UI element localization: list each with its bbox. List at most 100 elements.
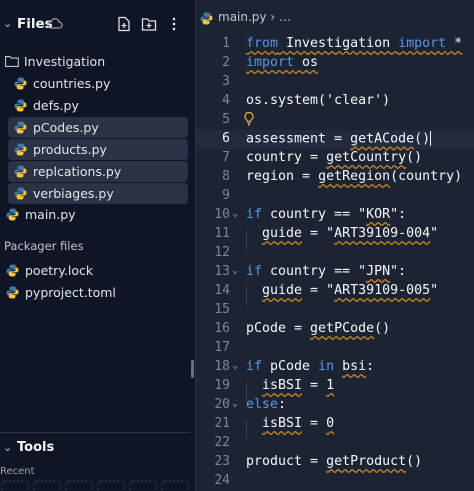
chevron-down-icon[interactable]: ⌄ (3, 441, 13, 455)
code-line[interactable]: 22 (196, 434, 474, 453)
code-text: assessment = getACode() (246, 131, 432, 147)
more-options-icon[interactable] (166, 16, 182, 32)
sidebar-scrollbar[interactable] (191, 360, 194, 378)
fold-chevron-icon[interactable]: ⌄ (232, 265, 238, 276)
line-number: 5 (222, 112, 230, 127)
code-line[interactable]: 19 isBSI = 1 (196, 377, 474, 396)
line-number: 2 (222, 55, 230, 70)
code-line[interactable]: 17 (196, 339, 474, 358)
file-item[interactable]: verbiages.py (8, 183, 188, 204)
code-line[interactable]: 23 product = getProduct() (196, 453, 474, 472)
code-text: import os (246, 55, 319, 70)
file-item[interactable]: pCodes.py (8, 117, 188, 138)
file-label: countries.py (33, 76, 111, 91)
code-line[interactable]: 10 ⌄ if country == "KOR": (196, 206, 474, 225)
python-file-icon (14, 143, 27, 156)
code-text: isBSI = 0 (262, 416, 335, 431)
packager-item[interactable]: poetry.lock (0, 260, 180, 281)
folder-investigation[interactable]: Investigation (5, 51, 188, 72)
file-item[interactable]: countries.py (8, 73, 188, 94)
code-text: if country == "KOR": (246, 207, 407, 222)
code-line[interactable]: 9 (196, 187, 474, 206)
line-number: 17 (214, 340, 230, 355)
line-number: 13 (214, 264, 230, 279)
fold-chevron-icon[interactable]: ⌄ (232, 398, 238, 409)
code-line[interactable]: 4 os.system('clear') (196, 92, 474, 111)
code-line[interactable]: 24 (196, 472, 474, 491)
code-line[interactable]: 7 country = getCountry() (196, 149, 474, 168)
code-text: product = getProduct() (246, 454, 423, 469)
packager-files-label: Packager files (4, 239, 84, 253)
code-line[interactable]: 2 import os (196, 54, 474, 73)
line-number: 1 (222, 36, 230, 51)
folder-icon (5, 56, 19, 67)
python-file-icon (6, 208, 19, 221)
line-number: 9 (222, 188, 230, 203)
code-text: else: (246, 397, 287, 412)
code-line[interactable]: 20 ⌄ else: (196, 396, 474, 415)
code-line[interactable]: 18 ⌄ if pCode in bsi: (196, 358, 474, 377)
tools-title: Tools (17, 440, 55, 455)
code-line[interactable]: 12 (196, 244, 474, 263)
file-item[interactable]: replcations.py (8, 161, 188, 182)
python-file-icon (14, 77, 27, 90)
line-number: 6 (222, 131, 230, 146)
code-text: os.system('clear') (246, 93, 391, 108)
code-line[interactable]: 14 guide = "ART39109-005" (196, 282, 474, 301)
file-label: main.py (25, 207, 76, 222)
line-number: 18 (214, 359, 230, 374)
line-number: 12 (214, 245, 230, 260)
line-number: 4 (222, 93, 230, 108)
breadcrumb-file[interactable]: main.py › … (218, 10, 291, 24)
code-line[interactable]: 6 assessment = getACode() (196, 130, 474, 149)
python-file-icon (6, 264, 19, 277)
code-line[interactable]: 3 (196, 73, 474, 92)
lightbulb-icon[interactable] (243, 111, 255, 127)
files-header: ⌄ Files (0, 8, 195, 42)
python-file-icon (14, 187, 27, 200)
packager-item[interactable]: pyproject.toml (0, 282, 180, 303)
code-text: if country == "JPN": (246, 264, 407, 279)
code-text: pCode = getPCode() (246, 321, 391, 336)
line-number: 20 (214, 397, 230, 412)
new-file-icon[interactable] (116, 16, 132, 32)
file-label: products.py (33, 142, 107, 157)
fold-chevron-icon[interactable]: ⌄ (232, 208, 238, 219)
file-item[interactable]: defs.py (8, 95, 188, 116)
fold-chevron-icon[interactable]: ⌄ (232, 360, 238, 371)
file-label: defs.py (33, 98, 79, 113)
divider (0, 432, 190, 433)
file-label: replcations.py (33, 164, 122, 179)
code-line[interactable]: 5 (196, 111, 474, 130)
file-label: pyproject.toml (25, 285, 116, 300)
file-item[interactable]: products.py (8, 139, 188, 160)
code-line[interactable]: 8 region = getRegion(country) (196, 168, 474, 187)
code-text: isBSI = 1 (262, 378, 335, 393)
line-number: 15 (214, 302, 230, 317)
file-label: pCodes.py (33, 120, 99, 135)
file-label: verbiages.py (33, 186, 114, 201)
line-number: 21 (214, 416, 230, 431)
code-line[interactable]: 1 from Investigation import * (196, 35, 474, 54)
recent-label: Recent (0, 466, 35, 477)
text-cursor (430, 131, 432, 146)
chevron-down-icon[interactable]: ⌄ (3, 17, 13, 31)
code-line[interactable]: 13 ⌄ if country == "JPN": (196, 263, 474, 282)
python-file-icon (200, 12, 213, 25)
code-line[interactable]: 16 pCode = getPCode() (196, 320, 474, 339)
new-folder-icon[interactable] (141, 16, 157, 32)
code-line[interactable]: 11 guide = "ART39109-004" (196, 225, 474, 244)
line-number: 8 (222, 169, 230, 184)
file-item-main[interactable]: main.py (0, 204, 180, 225)
code-line[interactable]: 21 isBSI = 0 (196, 415, 474, 434)
code-text: country = getCountry() (246, 150, 423, 165)
folder-label: Investigation (24, 54, 106, 69)
code-line[interactable]: 15 (196, 301, 474, 320)
line-number: 22 (214, 435, 230, 450)
code-editor[interactable]: main.py › … 1 from Investigation import *… (196, 0, 474, 491)
python-file-icon (14, 121, 27, 134)
line-number: 24 (214, 473, 230, 488)
code-text: guide = "ART39109-004" (262, 226, 439, 241)
line-number: 11 (214, 226, 230, 241)
line-number: 19 (214, 378, 230, 393)
